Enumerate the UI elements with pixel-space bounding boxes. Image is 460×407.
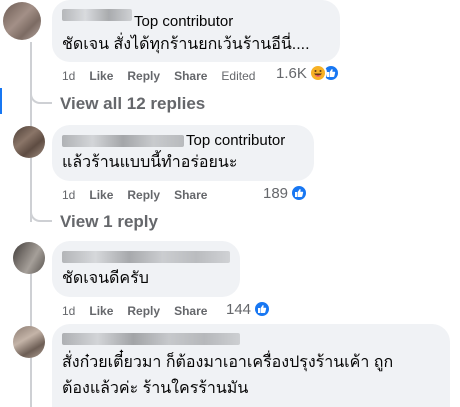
comment-text: สั่งก๋วยเตี๋ยวมา ก็ต้องมาเอาเครื่องปรุงร…: [62, 354, 394, 371]
comment-bubble: Top contributor แล้วร้านแบบนี้ทำอร่อยนะ: [52, 125, 314, 181]
thread-elbow: [30, 198, 52, 222]
reply-button[interactable]: Reply: [127, 69, 160, 83]
reaction-summary[interactable]: 1.6K: [276, 64, 340, 82]
top-contributor-badge: Top contributor: [134, 13, 234, 30]
comment-text: ชัดเจนดีครับ: [62, 270, 149, 287]
comment-time[interactable]: 1d: [62, 69, 75, 83]
like-reaction-icon: [290, 184, 309, 202]
comment-bubble: สั่งก๋วยเตี๋ยวมา ก็ต้องมาเอาเครื่องปรุงร…: [52, 324, 450, 407]
share-button[interactable]: Share: [174, 188, 207, 202]
avatar[interactable]: [13, 326, 45, 358]
like-reaction-icon: [253, 300, 272, 318]
comment-time[interactable]: 1d: [62, 304, 75, 318]
reply-button[interactable]: Reply: [127, 188, 160, 202]
comment-text: ชัดเจน สั่งได้ทุกร้านยกเว้นร้านอีนี่....: [62, 36, 310, 53]
comment-actions: 1d Like Reply Share: [62, 188, 221, 202]
reaction-count: 189: [263, 184, 289, 202]
comment-bubble: ชัดเจนดีครับ: [52, 241, 240, 297]
comment-actions: 1d Like Reply Share: [62, 304, 221, 318]
view-replies-link[interactable]: View all 12 replies: [60, 94, 205, 114]
avatar[interactable]: [13, 126, 45, 158]
comment-text: ต้องแล้วค่ะ ร้านใครร้านมัน: [62, 380, 249, 397]
avatar[interactable]: [13, 242, 45, 274]
avatar[interactable]: [3, 2, 41, 40]
author-name[interactable]: [62, 333, 240, 345]
author-name[interactable]: [62, 251, 230, 263]
like-button[interactable]: Like: [89, 69, 113, 83]
reaction-count: 144: [226, 300, 252, 318]
top-contributor-badge: Top contributor: [186, 132, 286, 149]
comment-actions: 1d Like Reply Share Edited: [62, 69, 269, 83]
thread-elbow: [30, 80, 52, 104]
view-replies-link[interactable]: View 1 reply: [60, 212, 158, 232]
share-button[interactable]: Share: [174, 304, 207, 318]
haha-reaction-icon: [308, 64, 327, 82]
comment-time[interactable]: 1d: [62, 188, 75, 202]
comment-bubble: Top contributor ชัดเจน สั่งได้ทุกร้านยกเ…: [52, 0, 340, 62]
focus-marker: [0, 88, 2, 114]
reaction-count: 1.6K: [276, 64, 307, 82]
like-button[interactable]: Like: [89, 188, 113, 202]
reaction-summary[interactable]: 144: [226, 300, 272, 318]
author-name[interactable]: [62, 9, 132, 21]
reply-button[interactable]: Reply: [127, 304, 160, 318]
comment-text: แล้วร้านแบบนี้ทำอร่อยนะ: [62, 154, 238, 171]
share-button[interactable]: Share: [174, 69, 207, 83]
like-button[interactable]: Like: [89, 304, 113, 318]
reaction-summary[interactable]: 189: [263, 184, 309, 202]
author-name[interactable]: [62, 135, 184, 147]
edited-label[interactable]: Edited: [221, 69, 255, 83]
